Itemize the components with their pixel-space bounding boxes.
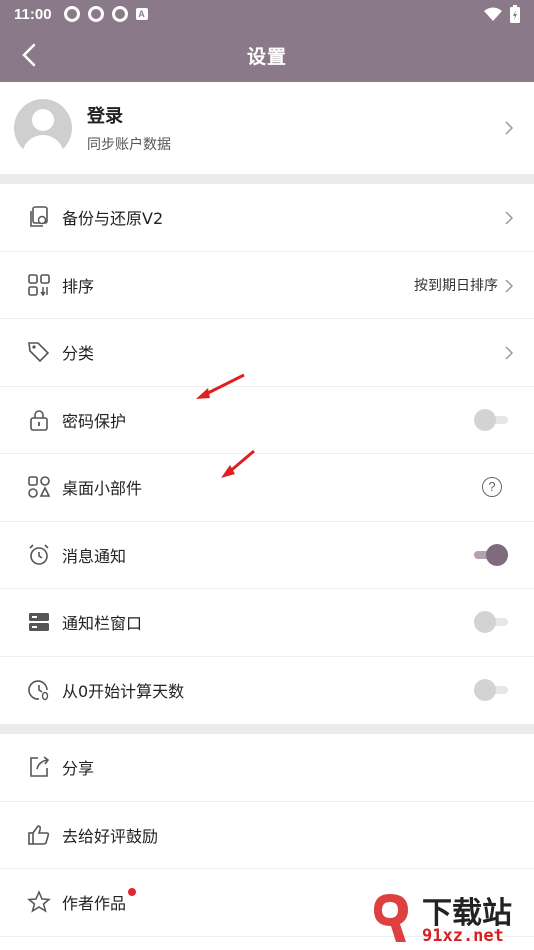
chevron-right-icon bbox=[505, 211, 514, 225]
battery-icon bbox=[510, 5, 520, 23]
item-label: 排序 bbox=[62, 276, 95, 296]
item-label: 从0开始计算天数 bbox=[62, 682, 185, 702]
status-bar: 11:00 A bbox=[0, 0, 534, 28]
settings-item-backup[interactable]: 备份与还原V2 bbox=[0, 184, 534, 252]
clock-zero-icon bbox=[28, 680, 49, 701]
item-label: 通知栏窗口 bbox=[62, 614, 143, 634]
settings-item-sort[interactable]: 排序 按到期日排序 bbox=[0, 252, 534, 319]
chevron-right-icon bbox=[505, 346, 514, 360]
item-label: 备份与还原V2 bbox=[62, 209, 164, 229]
server-icon bbox=[29, 613, 49, 632]
sort-value: 按到期日排序 bbox=[414, 277, 498, 294]
notification-icon bbox=[63, 6, 80, 22]
settings-item-statusbar[interactable]: 通知栏窗口 bbox=[0, 589, 534, 657]
site-watermark: 下载站 91xz.net bbox=[360, 888, 530, 948]
item-label: 密码保护 bbox=[62, 411, 127, 431]
chevron-right-icon bbox=[505, 121, 514, 135]
item-label: 消息通知 bbox=[62, 546, 127, 566]
back-arrow-icon[interactable] bbox=[16, 41, 44, 69]
login-title: 登录 bbox=[87, 106, 123, 127]
item-label: 分类 bbox=[62, 344, 95, 364]
watermark-site: 91xz.net bbox=[422, 926, 504, 946]
backup-icon bbox=[30, 206, 48, 228]
lock-icon bbox=[30, 409, 48, 431]
share-icon bbox=[30, 756, 50, 778]
settings-item-notify[interactable]: 消息通知 bbox=[0, 522, 534, 589]
notify-toggle[interactable] bbox=[474, 543, 508, 567]
settings-item-share[interactable]: 分享 bbox=[0, 734, 534, 802]
count-toggle[interactable] bbox=[474, 678, 508, 702]
widget-shapes-icon bbox=[28, 476, 51, 499]
settings-item-rate[interactable]: 去给好评鼓励 bbox=[0, 802, 534, 869]
alarm-clock-icon bbox=[29, 544, 49, 565]
item-label: 作者作品 bbox=[62, 894, 127, 914]
star-icon bbox=[27, 890, 51, 913]
app-bar: 设置 bbox=[0, 28, 534, 82]
tag-icon bbox=[28, 342, 50, 363]
status-icons: A bbox=[63, 6, 148, 22]
chevron-right-icon bbox=[505, 278, 514, 293]
statusbar-toggle[interactable] bbox=[474, 610, 508, 634]
section-divider bbox=[0, 174, 534, 184]
notification-icon bbox=[87, 6, 104, 22]
item-label: 分享 bbox=[62, 759, 95, 779]
new-badge bbox=[128, 888, 137, 897]
status-right bbox=[484, 5, 520, 23]
app-badge-icon: A bbox=[135, 8, 148, 20]
settings-item-category[interactable]: 分类 bbox=[0, 319, 534, 387]
thumbs-up-icon bbox=[28, 824, 50, 845]
settings-item-password[interactable]: 密码保护 bbox=[0, 387, 534, 454]
sync-subtitle: 同步账户数据 bbox=[87, 137, 171, 153]
section-divider bbox=[0, 724, 534, 734]
help-icon[interactable]: ? bbox=[482, 477, 502, 498]
status-time: 11:00 bbox=[14, 5, 52, 23]
wifi-icon bbox=[484, 7, 502, 21]
settings-item-count[interactable]: 从0开始计算天数 bbox=[0, 657, 534, 725]
avatar bbox=[14, 99, 72, 157]
annotation-arrow-icon bbox=[221, 449, 255, 478]
watermark-logo-icon bbox=[374, 894, 408, 942]
annotation-arrow-icon bbox=[196, 373, 245, 399]
item-label: 桌面小部件 bbox=[62, 479, 143, 499]
password-toggle[interactable] bbox=[474, 408, 508, 432]
item-label: 去给好评鼓励 bbox=[62, 826, 159, 846]
sort-grid-icon bbox=[28, 273, 50, 297]
profile-login-row[interactable]: 登录 同步账户数据 bbox=[0, 82, 534, 174]
page-title: 设置 bbox=[246, 45, 287, 68]
settings-item-widget[interactable]: 桌面小部件 ? bbox=[0, 454, 534, 522]
notification-icon bbox=[111, 6, 128, 22]
